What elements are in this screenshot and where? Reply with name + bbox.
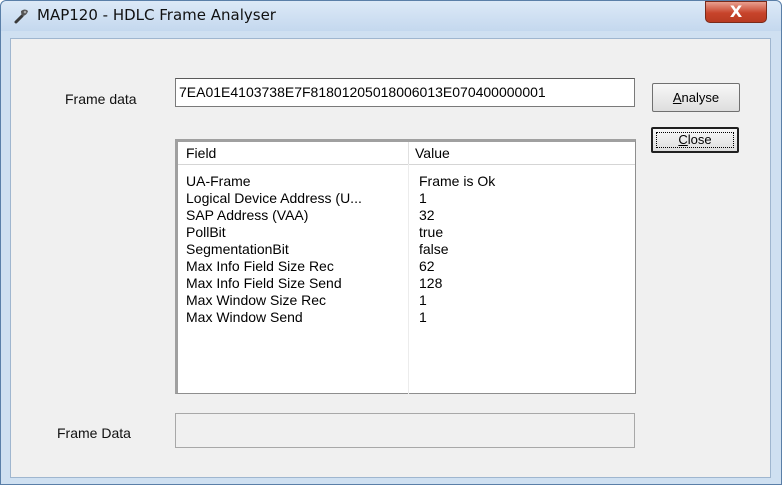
list-header: Field Value [178,142,635,165]
analyse-button[interactable]: Analyse [652,83,740,112]
window-title: MAP120 - HDLC Frame Analyser [37,6,276,24]
row-value-cell: 1 [419,292,427,308]
row-field-cell: UA-Frame [186,173,251,189]
row-field-cell: PollBit [186,224,226,240]
table-row[interactable]: UA-Frame Frame is Ok [178,173,635,189]
analyse-access-key: A [672,90,682,105]
frame-data-output-field[interactable] [175,413,635,448]
table-row[interactable]: Max Info Field Size Rec 62 [178,258,635,274]
row-value-cell: false [419,241,449,257]
title-bar[interactable]: MAP120 - HDLC Frame Analyser X [1,1,781,31]
window-close-button[interactable]: X [705,1,767,23]
row-field-cell: SegmentationBit [186,241,289,257]
row-field-cell: Logical Device Address (U... [186,190,362,206]
row-value-cell: Frame is Ok [419,173,496,189]
focus-rect [656,132,734,148]
row-field-cell: Max Info Field Size Send [186,275,342,291]
frame-data-input[interactable]: 7EA01E4103738E7F81801205018006013E070400… [175,78,635,107]
row-value-cell: 62 [419,258,435,274]
table-row[interactable]: PollBit true [178,224,635,240]
row-value-cell: 128 [419,275,443,291]
row-value-cell: true [419,224,444,240]
field-value-list[interactable]: Field Value UA-Frame Frame is Ok Logical D… [175,139,636,394]
analyse-label: nalyse [681,90,720,105]
table-row[interactable]: Max Window Size Rec 1 [178,292,635,308]
hdlc-analyser-window: MAP120 - HDLC Frame Analyser X Frame dat… [0,0,782,485]
row-value-cell: 1 [419,309,427,325]
table-row[interactable]: Max Window Send 1 [178,309,635,325]
row-value-cell: 1 [419,190,427,206]
dialog-client-area: Frame data 7EA01E4103738E7F8180120501800… [10,38,771,478]
row-value-cell: 32 [419,207,435,223]
frame-data-output-label: Frame Data [57,425,131,441]
close-icon: X [729,2,743,21]
close-button[interactable]: Close [651,127,739,153]
table-row[interactable]: SAP Address (VAA) 32 [178,207,635,223]
row-field-cell: Max Window Send [186,309,303,325]
row-field-cell: Max Info Field Size Rec [186,258,334,274]
map120-app-icon [13,7,31,25]
table-row[interactable]: Max Info Field Size Send 128 [178,275,635,291]
column-divider[interactable] [408,142,409,164]
row-field-cell: Max Window Size Rec [186,292,327,308]
table-row[interactable]: SegmentationBit false [178,241,635,257]
row-field-cell: SAP Address (VAA) [186,207,309,223]
column-header-field[interactable]: Field [182,142,408,164]
frame-data-label: Frame data [65,91,137,107]
column-header-value[interactable]: Value [411,142,633,164]
table-row[interactable]: Logical Device Address (U... 1 [178,190,635,206]
